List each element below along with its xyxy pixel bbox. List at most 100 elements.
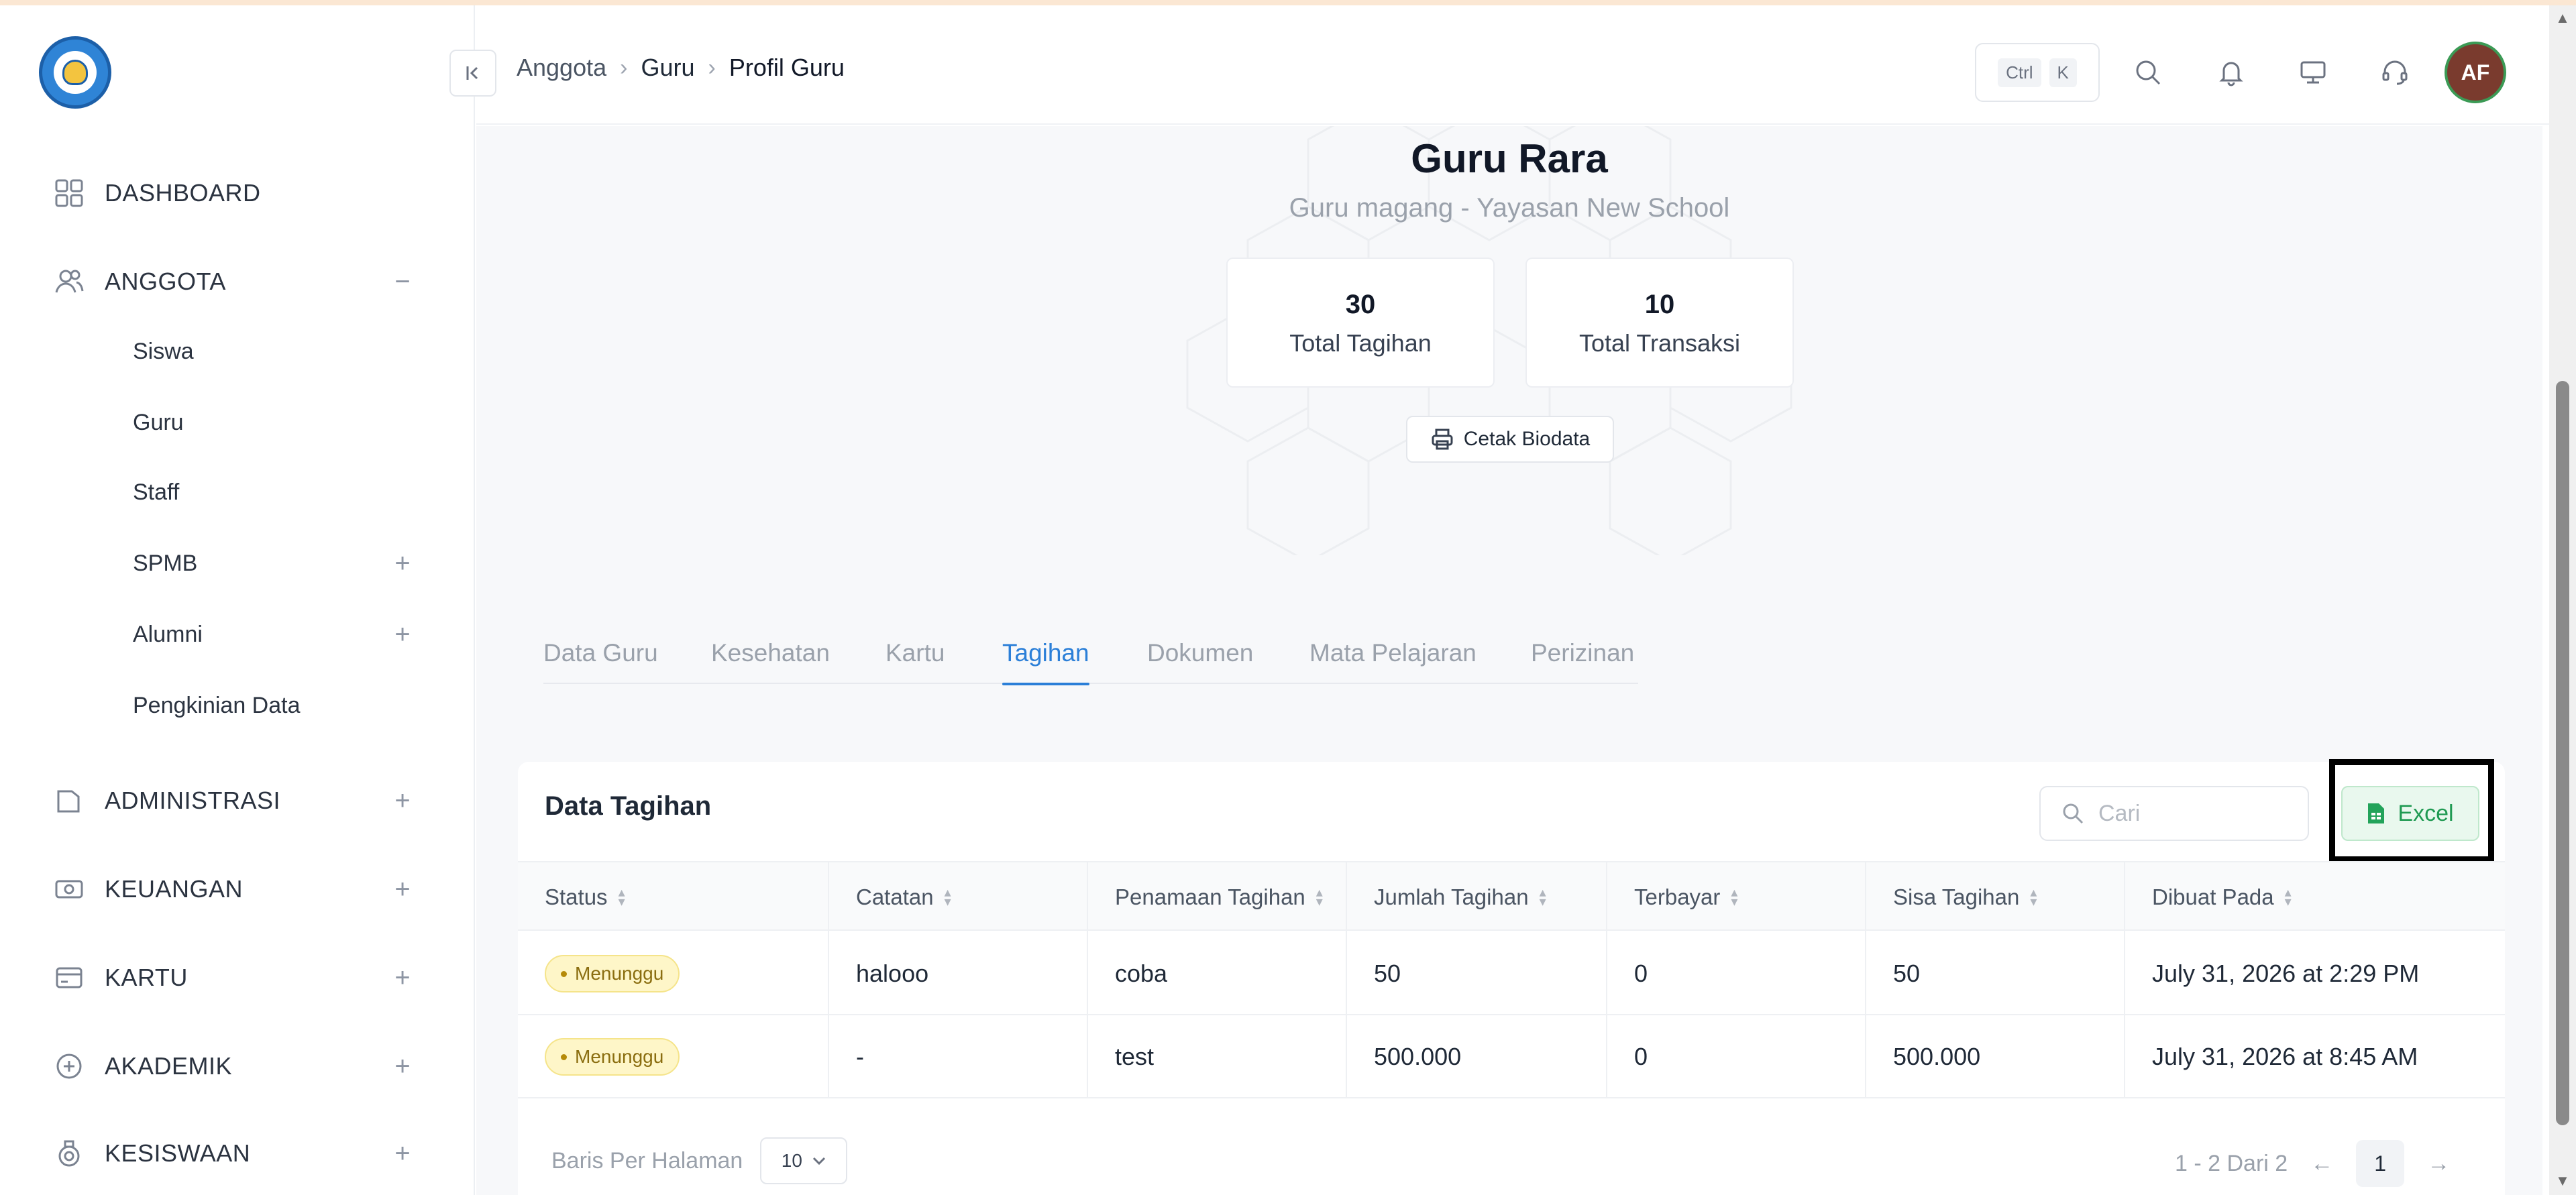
sidebar-item-label: KEUANGAN: [105, 875, 244, 903]
sidebar-item-dashboard[interactable]: DASHBOARD: [54, 173, 416, 213]
collapse-toggle-icon[interactable]: −: [389, 267, 416, 296]
search-icon: [2063, 803, 2084, 824]
card-icon: [54, 962, 85, 993]
expand-toggle-icon[interactable]: +: [389, 1139, 416, 1168]
expand-toggle-icon[interactable]: +: [389, 963, 416, 992]
sidebar-subitem-staff[interactable]: Staff: [133, 472, 416, 512]
search-box[interactable]: [2039, 786, 2309, 841]
sort-icon[interactable]: ▴ ▾: [2285, 886, 2292, 909]
status-badge: Menunggu: [545, 1038, 680, 1076]
sidebar-subitem-spmb[interactable]: SPMB +: [133, 543, 416, 583]
breadcrumb-anggota[interactable]: Anggota: [517, 54, 606, 82]
prev-page-arrow-icon[interactable]: ←: [2310, 1151, 2333, 1177]
column-header-penamaan-tagihan[interactable]: Penamaan Tagihan ▴ ▾: [1115, 862, 1323, 932]
cell-catatan: -: [856, 1043, 864, 1070]
page-number-button[interactable]: 1: [2356, 1140, 2405, 1187]
sort-icon[interactable]: ▴ ▾: [945, 886, 951, 909]
page-scrollbar[interactable]: ▲ ▼: [2549, 5, 2576, 1195]
excel-file-icon: [2368, 803, 2385, 823]
sidebar-subitem-pengkinian-data[interactable]: Pengkinian Data: [133, 685, 416, 726]
stat-card-total-transaksi: 10 Total Transaksi: [1525, 258, 1794, 388]
hexagon-background-pattern: [1186, 126, 1792, 555]
tab-perizinan[interactable]: Perizinan: [1531, 622, 1634, 684]
sort-icon[interactable]: ▴ ▾: [2030, 886, 2037, 909]
rows-per-page-select[interactable]: 10: [760, 1137, 848, 1184]
expand-toggle-icon[interactable]: +: [389, 620, 416, 649]
column-header-label: Terbayar: [1634, 885, 1721, 909]
expand-toggle-icon[interactable]: +: [389, 1051, 416, 1081]
sort-icon[interactable]: ▴ ▾: [1540, 886, 1546, 909]
card-title: Data Tagihan: [545, 791, 712, 821]
sidebar-item-anggota[interactable]: ANGGOTA −: [54, 262, 416, 302]
sidebar-item-label: KARTU: [105, 964, 188, 991]
school-logo[interactable]: [39, 36, 111, 109]
column-header-dibuat-pada[interactable]: Dibuat Pada ▴ ▾: [2152, 862, 2292, 932]
search-icon[interactable]: [2128, 52, 2168, 93]
column-header-terbayar[interactable]: Terbayar ▴ ▾: [1634, 862, 1737, 932]
print-biodata-button[interactable]: Cetak Biodata: [1406, 416, 1614, 463]
stat-label: Total Transaksi: [1578, 329, 1741, 357]
sort-icon[interactable]: ▴ ▾: [619, 886, 625, 909]
command-palette-shortcut[interactable]: Ctrl K: [1975, 43, 2100, 102]
collapse-icon: [466, 66, 478, 80]
excel-label: Excel: [2398, 800, 2454, 826]
column-header-sisa-tagihan[interactable]: Sisa Tagihan ▴ ▾: [1893, 862, 2037, 932]
scroll-down-arrow-icon[interactable]: ▼: [2555, 1172, 2571, 1189]
status-badge: Menunggu: [545, 955, 680, 992]
cell-dibuat: July 31, 2026 at 2:29 PM: [2152, 960, 2420, 987]
sort-icon[interactable]: ▴ ▾: [1316, 886, 1323, 909]
stat-value: 30: [1345, 290, 1376, 319]
scroll-up-arrow-icon[interactable]: ▲: [2555, 9, 2571, 26]
tab-dokumen[interactable]: Dokumen: [1147, 622, 1253, 684]
sidebar-subitem-label: SPMB: [133, 550, 198, 576]
expand-toggle-icon[interactable]: +: [389, 874, 416, 904]
support-headset-icon[interactable]: [2375, 52, 2415, 93]
cell-catatan: halooo: [856, 960, 929, 987]
sidebar-item-kesiswaan[interactable]: KESISWAAN +: [54, 1133, 416, 1174]
breadcrumb-separator-icon: ›: [708, 54, 716, 80]
column-header-status[interactable]: Status ▴ ▾: [545, 862, 625, 932]
bell-icon[interactable]: [2211, 52, 2251, 93]
shortcut-key: Ctrl: [1998, 58, 2041, 87]
top-accent-line: [0, 0, 2576, 5]
folder-icon: [54, 785, 85, 816]
sidebar-subitem-guru[interactable]: Guru: [133, 402, 416, 443]
sidebar-item-administrasi[interactable]: ADMINISTRASI +: [54, 781, 416, 821]
column-header-jumlah-tagihan[interactable]: Jumlah Tagihan ▴ ▾: [1374, 862, 1546, 932]
cell-penamaan: test: [1115, 1043, 1155, 1070]
cell-status: Menunggu: [545, 932, 680, 1015]
tab-data-guru[interactable]: Data Guru: [543, 622, 658, 684]
tab-kartu[interactable]: Kartu: [885, 622, 945, 684]
tab-mata-pelajaran[interactable]: Mata Pelajaran: [1309, 622, 1477, 684]
avatar[interactable]: AF: [2445, 42, 2506, 103]
table-row[interactable]: Menunggu - test 500.000 0 500.000 July 3…: [518, 1015, 2505, 1098]
search-input[interactable]: [2098, 800, 2300, 827]
table-row[interactable]: Menunggu halooo coba 50 0 50 July 31, 20…: [518, 932, 2505, 1015]
sort-icon[interactable]: ▴ ▾: [1731, 886, 1737, 909]
monitor-icon[interactable]: [2293, 52, 2333, 93]
users-icon: [54, 266, 85, 297]
expand-toggle-icon[interactable]: +: [389, 786, 416, 815]
tab-tagihan[interactable]: Tagihan: [1002, 622, 1089, 685]
collapse-sidebar-button[interactable]: [449, 50, 496, 97]
cell-jumlah: 50: [1374, 960, 1401, 987]
column-header-catatan[interactable]: Catatan ▴ ▾: [856, 862, 951, 932]
export-excel-button[interactable]: Excel: [2341, 786, 2479, 841]
sidebar-item-kartu[interactable]: KARTU +: [54, 958, 416, 998]
academic-icon: [54, 1051, 85, 1082]
tab-kesehatan[interactable]: Kesehatan: [711, 622, 830, 684]
sidebar-item-akademik[interactable]: AKADEMIK +: [54, 1046, 416, 1086]
expand-toggle-icon[interactable]: +: [389, 549, 416, 578]
scrollbar-thumb[interactable]: [2556, 381, 2569, 1125]
cell-jumlah: 500.000: [1374, 1043, 1462, 1070]
sidebar-subitem-alumni[interactable]: Alumni +: [133, 614, 416, 655]
cell-terbayar: 0: [1634, 1043, 1648, 1070]
sidebar-subitem-label: Siswa: [133, 338, 194, 364]
pagination-range: 1 - 2 Dari 2: [2175, 1150, 2288, 1176]
cell-status: Menunggu: [545, 1015, 680, 1098]
breadcrumb-guru[interactable]: Guru: [641, 54, 694, 82]
sidebar-subitem-siswa[interactable]: Siswa: [133, 331, 416, 372]
sidebar-item-keuangan[interactable]: KEUANGAN +: [54, 869, 416, 909]
next-page-arrow-icon[interactable]: →: [2427, 1151, 2450, 1177]
column-header-label: Penamaan Tagihan: [1115, 885, 1305, 909]
